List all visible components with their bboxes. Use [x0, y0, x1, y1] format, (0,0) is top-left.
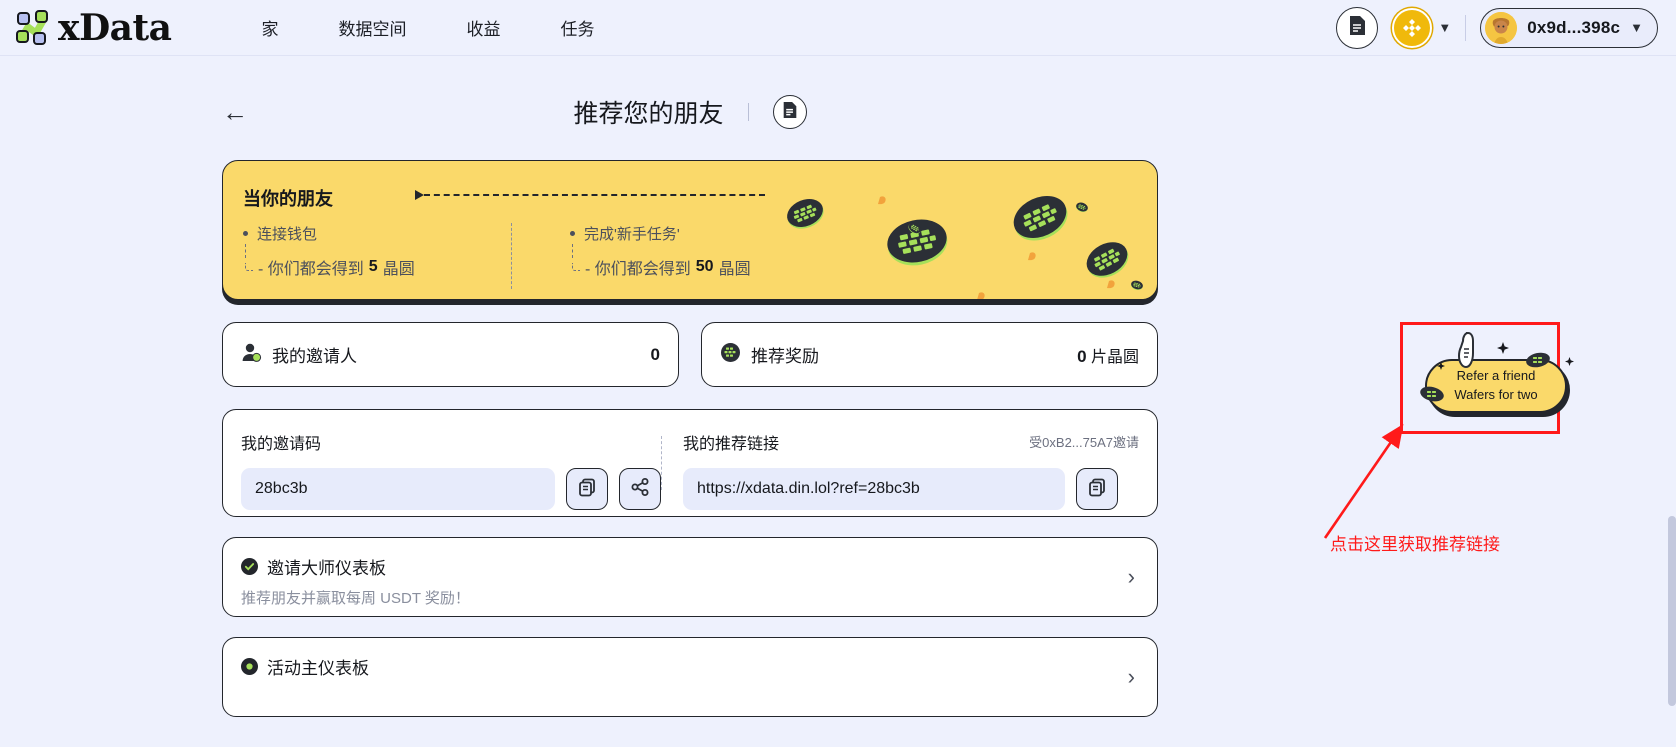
sparkle-icon	[1565, 353, 1574, 371]
banner-step-2-label: 完成'新手任务'	[584, 226, 680, 243]
page-scrollbar[interactable]	[1668, 516, 1676, 706]
stat-value-invitees-number: 0	[650, 344, 660, 364]
check-badge-icon	[241, 558, 258, 575]
stat-value-invitees: 0	[651, 345, 660, 365]
title-divider	[747, 103, 749, 121]
refer-a-friend-highlight-box[interactable]: Refer a friend Wafers for two	[1400, 322, 1574, 434]
banner-step-1-reward-prefix: - 你们都会得到	[258, 261, 364, 278]
invite-link-input[interactable]: https://xdata.din.lol?ref=28bc3b	[683, 468, 1065, 510]
brand[interactable]: xData	[14, 6, 172, 49]
invite-code-section: 我的邀请码 28bc3b	[241, 430, 661, 510]
nav-link-tasks[interactable]: 任务	[530, 9, 624, 46]
stat-card-rewards[interactable]: 推荐奖励 0 片晶圆	[701, 322, 1158, 387]
banner-step-2-reward-amount: 50	[695, 258, 714, 275]
pointing-hand-icon	[1455, 331, 1485, 384]
annotation-text: 点击这里获取推荐链接	[1330, 535, 1500, 554]
banner-step-1: 连接钱包 - 你们都会得到 5 晶圆	[243, 223, 511, 279]
page-title-group: 推荐您的朋友	[0, 94, 1380, 130]
invite-card-divider	[661, 436, 662, 490]
stat-value-rewards-unit: 片晶圆	[1086, 348, 1139, 366]
row-title-activity-master: 活动主仪表板	[267, 659, 369, 678]
banner-title: 当你的朋友	[243, 189, 333, 209]
stat-cards: 我的邀请人 0 推荐奖励 0 片晶圆	[222, 322, 1158, 387]
main-column: 当你的朋友 连接钱包 - 你们都会得到 5 晶圆 完成'新手任务' - 你们都会…	[222, 160, 1158, 717]
nav-links: 家 数据空间 收益 任务	[231, 9, 624, 46]
stat-value-rewards-number: 0	[1077, 346, 1087, 366]
copy-icon	[577, 477, 597, 502]
copy-code-button[interactable]	[566, 468, 608, 510]
page-document-icon-button[interactable]	[772, 95, 807, 129]
invite-code-label: 我的邀请码	[241, 436, 322, 453]
wafer-chips-illustration	[757, 161, 1157, 299]
chevron-down-icon: ▼	[1630, 20, 1643, 35]
top-navbar: xData 家 数据空间 收益 任务 ▼ 0x9d...398c ▼	[0, 0, 1676, 56]
wafer-icon	[720, 342, 741, 368]
sparkle-icon	[1497, 341, 1509, 359]
chevron-down-icon: ▼	[1438, 20, 1452, 35]
banner-step-1-label: 连接钱包	[257, 226, 318, 243]
page-title: 推荐您的朋友	[573, 100, 724, 128]
document-icon	[1348, 15, 1367, 41]
sparkle-icon	[1437, 357, 1445, 375]
nav-link-home[interactable]: 家	[231, 9, 308, 46]
share-icon	[630, 477, 650, 502]
chevron-right-icon[interactable]: ›	[1128, 664, 1135, 690]
stat-value-rewards: 0 片晶圆	[1077, 343, 1139, 367]
referral-banner: 当你的朋友 连接钱包 - 你们都会得到 5 晶圆 完成'新手任务' - 你们都会…	[222, 160, 1158, 300]
wallet-address: 0x9d...398c	[1527, 17, 1621, 37]
banner-step-2-reward-prefix: - 你们都会得到	[585, 261, 691, 278]
share-code-button[interactable]	[619, 468, 661, 510]
refer-a-friend-widget[interactable]: Refer a friend Wafers for two	[1420, 331, 1601, 415]
banner-step-1-reward-amount: 5	[368, 258, 378, 275]
copy-link-button[interactable]	[1076, 468, 1118, 510]
invite-link-section: 我的推荐链接 受0xB2...75A7邀请 https://xdata.din.…	[661, 430, 1139, 510]
chevron-right-icon[interactable]: ›	[1128, 564, 1135, 590]
invite-card: 我的邀请码 28bc3b 我的推荐链接 受0xB2...75A7邀请 https…	[222, 409, 1158, 517]
refer-line-2: Wafers for two	[1454, 387, 1538, 402]
brand-name: xData	[58, 6, 172, 49]
banner-step-2: 完成'新手任务' - 你们都会得到 50 晶圆	[512, 223, 780, 279]
user-avatar-icon	[1485, 11, 1518, 44]
banner-arrow-line	[415, 190, 765, 200]
stat-label-rewards: 推荐奖励	[751, 347, 819, 366]
stat-card-invitees[interactable]: 我的邀请人 0	[222, 322, 679, 387]
activity-icon	[241, 658, 258, 675]
copy-icon	[1087, 477, 1107, 502]
wafer-icon	[1525, 351, 1551, 374]
navbar-right-group: ▼ 0x9d...398c ▼	[1336, 6, 1658, 49]
banner-step-1-reward-unit: 晶圆	[382, 261, 415, 278]
row-title-invite-master: 邀请大师仪表板	[267, 559, 386, 578]
navbar-divider	[1465, 14, 1467, 41]
person-icon	[241, 342, 262, 368]
document-icon	[782, 101, 798, 124]
row-subtitle-invite-master: 推荐朋友并赢取每周 USDT 奖励！	[241, 590, 470, 607]
nav-link-dataspace[interactable]: 数据空间	[308, 9, 436, 46]
page-header: ← 推荐您的朋友	[0, 92, 1676, 132]
stat-label-invitees: 我的邀请人	[272, 347, 357, 366]
invite-code-input[interactable]: 28bc3b	[241, 468, 555, 510]
chain-selector[interactable]: ▼	[1392, 7, 1452, 48]
row-card-activity-master[interactable]: 活动主仪表板 ›	[222, 637, 1158, 717]
xdata-logo-icon	[14, 7, 56, 49]
document-icon-button[interactable]	[1336, 6, 1379, 49]
banner-step-2-reward-unit: 晶圆	[718, 261, 751, 278]
invited-by-text: 受0xB2...75A7邀请	[1029, 435, 1139, 450]
bnb-chain-icon	[1392, 7, 1433, 48]
wafer-icon	[1419, 385, 1445, 408]
row-card-invite-master[interactable]: 邀请大师仪表板 推荐朋友并赢取每周 USDT 奖励！ ›	[222, 537, 1158, 617]
wallet-button[interactable]: 0x9d...398c ▼	[1480, 7, 1658, 48]
banner-steps: 连接钱包 - 你们都会得到 5 晶圆 完成'新手任务' - 你们都会得到 50 …	[243, 223, 780, 289]
nav-link-earnings[interactable]: 收益	[436, 9, 530, 46]
